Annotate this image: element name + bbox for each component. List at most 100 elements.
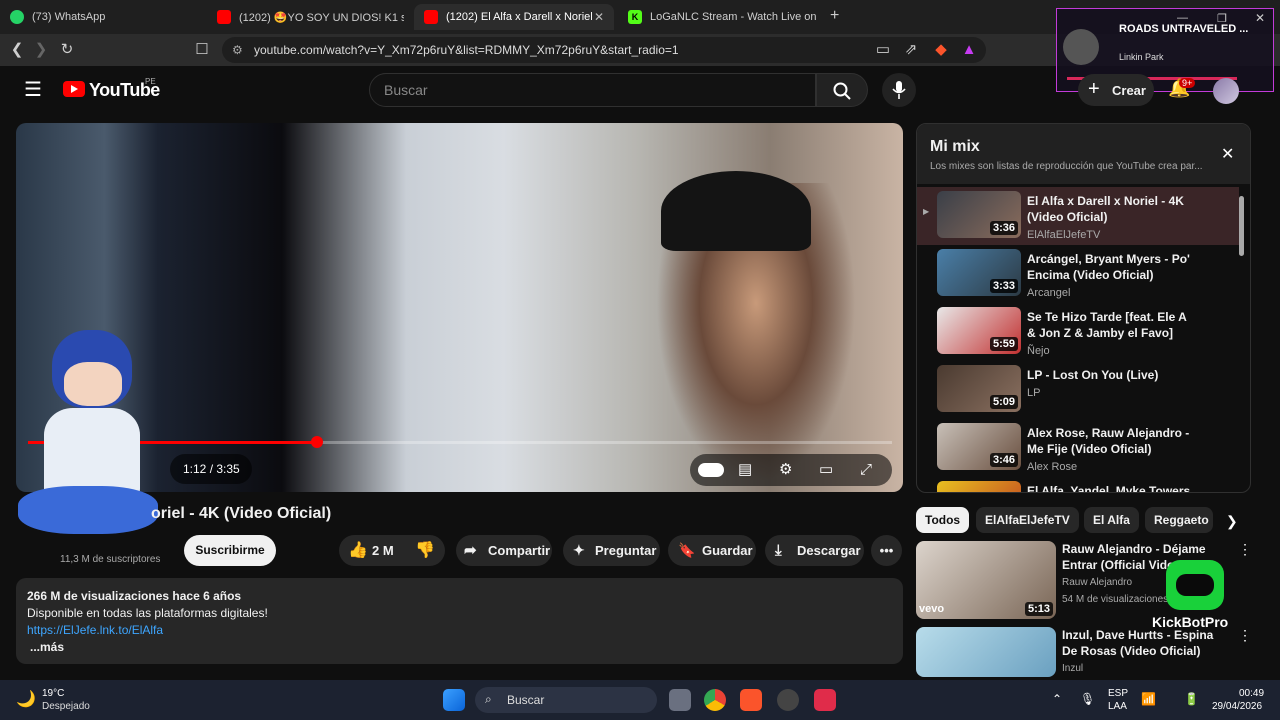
recommended-item[interactable]: Inzul, Dave Hurtts - Espina De Rosas (Vi… (916, 627, 1266, 680)
close-mix-icon[interactable]: ✕ (1221, 144, 1234, 164)
recommended-channel: Inzul (1062, 663, 1084, 674)
youtube-icon (424, 10, 438, 24)
taskbar-search[interactable]: ⌕ Buscar (475, 687, 657, 713)
mic-tray-icon[interactable]: 🎙 (1080, 692, 1095, 706)
create-label: Crear (1112, 83, 1146, 98)
chip-el-alfa[interactable]: El Alfa (1084, 507, 1139, 533)
bookmark-icon[interactable]: ☐ (193, 41, 211, 59)
mix-item[interactable]: 3:46 Alex Rose, Rauw Alejandro - Me Fije … (917, 419, 1239, 477)
thumbs-up-icon[interactable]: 👍 (348, 535, 368, 566)
autoplay-toggle[interactable] (698, 463, 724, 477)
youtube-icon (217, 10, 231, 24)
maximize-icon[interactable]: ❐ (1217, 12, 1227, 25)
settings-gear-icon[interactable]: ⚙ (779, 460, 792, 480)
mix-thumbnail (937, 481, 1021, 492)
tab-youtube-k1[interactable]: (1202) 🤩YO SOY UN DIOS! K1 se vue (207, 4, 412, 30)
mix-item[interactable]: El Alfa, Yandel, Myke Towers - (917, 477, 1239, 492)
avatar[interactable] (1213, 78, 1239, 104)
search-input[interactable]: Buscar (369, 73, 816, 107)
duration-badge: 5:59 (989, 337, 1018, 351)
description-box[interactable]: 266 M de visualizaciones hace 6 años Dis… (16, 578, 903, 664)
mix-item[interactable]: ▶ 3:36 El Alfa x Darell x Noriel - 4K (Vid… (917, 187, 1239, 245)
chevron-right-icon[interactable]: ❯ (1226, 513, 1238, 530)
mix-item-title: Se Te Hizo Tarde [feat. Ele A & Jon Z & … (1027, 310, 1187, 340)
minimize-icon[interactable]: — (1177, 12, 1188, 24)
mix-item-channel: ElAlfaElJefeTV (1027, 229, 1101, 241)
brave-icon[interactable] (740, 689, 762, 711)
cast-icon[interactable]: ▭ (874, 41, 892, 59)
app-icon[interactable] (814, 689, 836, 711)
close-tab-icon[interactable]: ✕ (594, 10, 604, 24)
tab-whatsapp[interactable]: (73) WhatsApp (0, 4, 205, 30)
mix-thumbnail: 3:36 (937, 191, 1021, 238)
mix-header: Mi mix Los mixes son listas de reproducc… (917, 124, 1250, 184)
close-window-icon[interactable]: ✕ (1255, 11, 1265, 25)
subscribe-button[interactable]: Suscribirme (184, 535, 276, 566)
tray-chevron-up-icon[interactable]: ⌃ (1052, 692, 1062, 706)
wifi-icon[interactable]: 📶 (1141, 692, 1156, 706)
battery-icon[interactable]: 🔋 (1184, 692, 1199, 706)
duration-badge: 3:36 (989, 221, 1018, 235)
create-button[interactable]: + Crear (1078, 74, 1154, 106)
back-icon[interactable]: ❮ (8, 41, 26, 59)
brave-rewards-icon[interactable]: ▲ (960, 41, 978, 59)
weather-temp[interactable]: 19°C (42, 688, 64, 699)
save-button[interactable]: 🔖 Guardar (668, 535, 756, 566)
clock-time[interactable]: 00:49 (1239, 688, 1264, 699)
reload-icon[interactable]: ↻ (58, 41, 76, 59)
view-stats: 266 M de visualizaciones hace 6 años (27, 589, 242, 603)
mix-item[interactable]: 5:59 Se Te Hizo Tarde [feat. Ele A & Jon … (917, 303, 1239, 361)
brave-shield-icon[interactable]: ◆ (932, 41, 950, 59)
tab-kick-stream[interactable]: K LoGaNLC Stream - Watch Live on Kic (618, 4, 824, 30)
forward-icon[interactable]: ❯ (32, 41, 50, 59)
time-text: 1:12 / 3:35 (183, 462, 240, 476)
show-more-link[interactable]: ...más (27, 639, 892, 656)
overlay-title: ROADS UNTRAVELED ... (1119, 23, 1249, 35)
like-count[interactable]: 2 M (372, 535, 394, 566)
new-tab-button[interactable]: + (830, 7, 839, 25)
mix-item[interactable]: 5:09 LP - Lost On You (Live) LP (917, 361, 1239, 419)
save-label: Guardar (702, 543, 753, 558)
voice-search-button[interactable] (882, 73, 916, 107)
clock-date[interactable]: 29/04/2026 (1212, 701, 1262, 712)
youtube-logo-icon[interactable] (63, 81, 85, 97)
thumbs-down-icon[interactable]: 👎 (415, 535, 435, 566)
weather-desc[interactable]: Despejado (42, 701, 90, 712)
tab-el-alfa[interactable]: (1202) El Alfa x Darell x Noriel ✕ (414, 4, 614, 30)
subtitles-icon[interactable]: ▤ (738, 460, 752, 480)
streamer-avatar-overlay (14, 326, 164, 556)
address-bar[interactable]: ⚙ youtube.com/watch?v=Y_Xm72p6ruY&list=R… (222, 37, 986, 63)
menu-icon[interactable]: ☰ (24, 80, 42, 100)
fullscreen-icon[interactable]: ⤢ (860, 460, 872, 480)
obs-icon[interactable] (777, 689, 799, 711)
task-view-icon[interactable] (669, 689, 691, 711)
share-page-icon[interactable]: ⇗ (902, 41, 920, 59)
share-label: Compartir (488, 543, 551, 558)
site-info-icon[interactable]: ⚙ (232, 37, 243, 63)
more-vertical-icon[interactable]: ⋮ (1238, 541, 1252, 558)
mix-item-channel: Alex Rose (1027, 461, 1078, 473)
chip-channel[interactable]: ElAlfaElJefeTV (976, 507, 1079, 533)
player-controls-right: ▤ ⚙ ▭ ⤢ (690, 454, 892, 486)
chrome-icon[interactable] (704, 689, 726, 711)
theater-mode-icon[interactable]: ▭ (819, 460, 833, 480)
chip-todos[interactable]: Todos (916, 507, 970, 533)
windows-start-icon[interactable] (443, 689, 465, 711)
duration-badge: 3:46 (989, 453, 1018, 467)
share-button[interactable]: ➦ Compartir (456, 535, 552, 566)
kickbot-robot-icon (1166, 560, 1224, 610)
mix-scrollbar[interactable] (1239, 196, 1244, 256)
scrubber-handle[interactable] (311, 436, 323, 448)
ask-button[interactable]: ✦ Preguntar (563, 535, 660, 566)
more-actions-button[interactable]: ••• (871, 535, 902, 566)
chip-reggaeton[interactable]: Reggaeto (1145, 507, 1213, 533)
keyboard-layout[interactable]: LAA (1108, 701, 1127, 712)
description-link[interactable]: https://ElJefe.lnk.to/ElAlfa (27, 622, 892, 639)
more-vertical-icon[interactable]: ⋮ (1238, 627, 1252, 644)
mix-item[interactable]: 3:33 Arcángel, Bryant Myers - Po' Encima … (917, 245, 1239, 303)
download-button[interactable]: ⤓ Descargar (765, 535, 864, 566)
duration-badge: 5:13 (1024, 602, 1053, 616)
search-button[interactable] (816, 73, 868, 107)
language-code[interactable]: ESP (1108, 688, 1128, 699)
mix-item-channel: LP (1027, 387, 1041, 399)
